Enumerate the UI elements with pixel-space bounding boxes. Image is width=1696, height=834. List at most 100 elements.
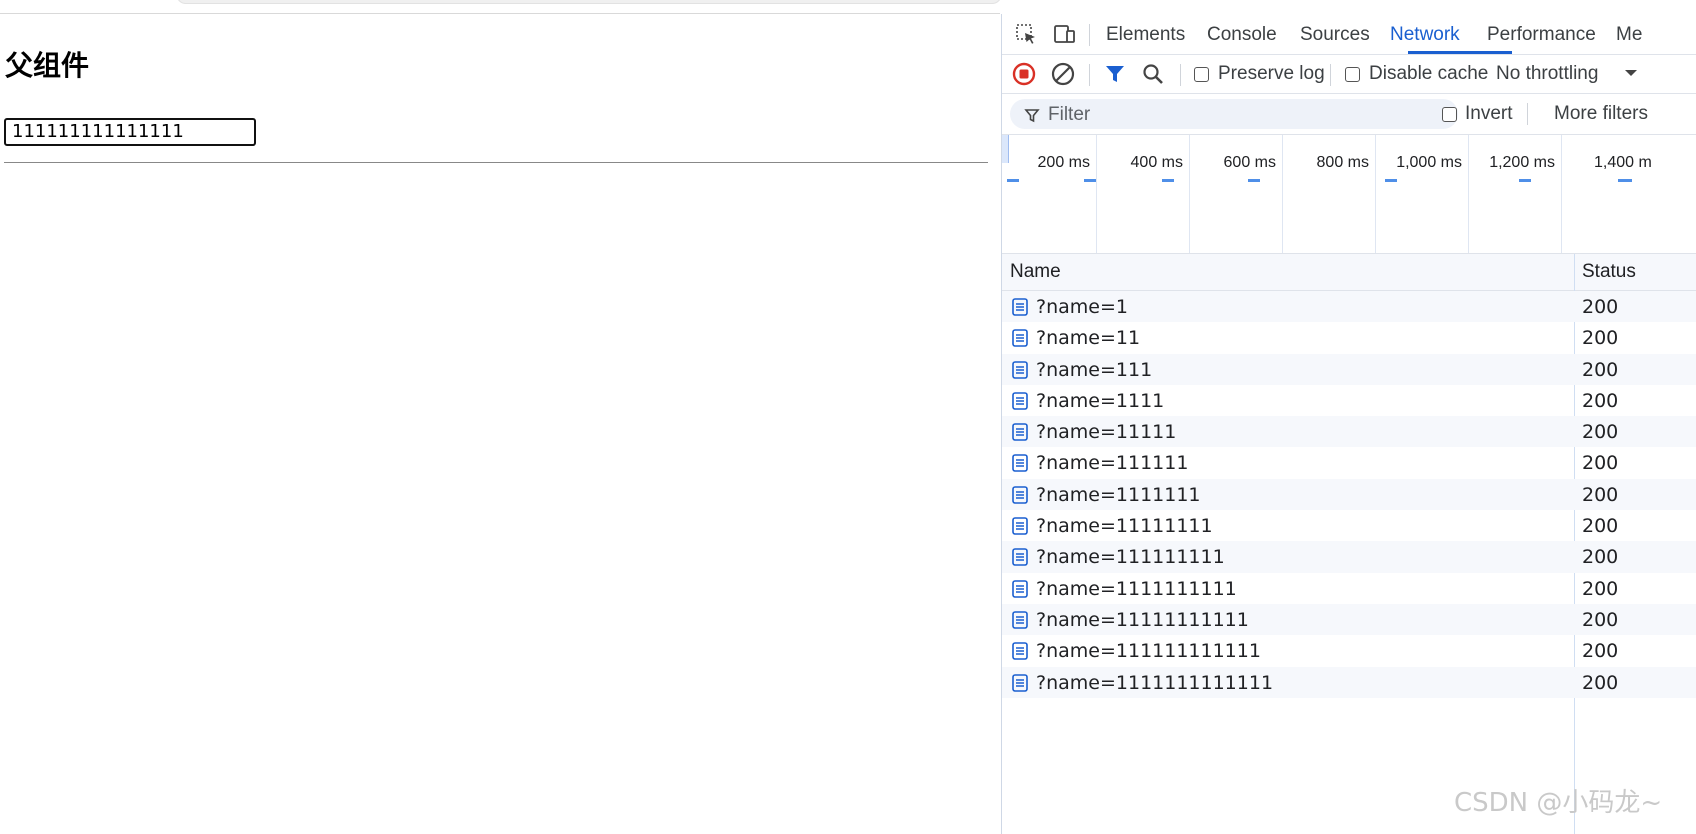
filter-icon[interactable]	[1102, 61, 1128, 87]
filter-funnel-icon	[1024, 109, 1040, 123]
more-filters-button[interactable]: More filters	[1554, 103, 1648, 125]
request-name: ?name=11	[1036, 327, 1141, 350]
request-row[interactable]: ?name=11 200	[1002, 322, 1696, 353]
request-name: ?name=111111111111	[1036, 640, 1261, 663]
tab-console[interactable]: Console	[1207, 24, 1277, 46]
request-status: 200	[1582, 452, 1619, 475]
document-icon	[1012, 579, 1028, 598]
request-row[interactable]: ?name=11111111111 200	[1002, 603, 1696, 636]
request-row[interactable]: ?name=1111 200	[1002, 385, 1696, 416]
request-row[interactable]: ?name=11111 200	[1002, 416, 1696, 448]
devtools-panel: Elements Console Sources Network Perform…	[1001, 14, 1696, 834]
stop-recording-icon[interactable]	[1011, 61, 1037, 87]
request-bar	[1084, 179, 1096, 182]
request-row[interactable]: ?name=1 200	[1002, 291, 1696, 323]
request-name: ?name=1111111111111	[1036, 671, 1274, 694]
divider	[4, 162, 988, 163]
document-icon	[1012, 673, 1028, 692]
document-icon	[1012, 611, 1028, 629]
request-row[interactable]: ?name=111111111111 200	[1002, 635, 1696, 666]
request-list: ?name=1 200 ?name=11 200 ?name=111 200 ?name=1…	[1002, 291, 1696, 698]
clear-icon[interactable]	[1050, 61, 1076, 87]
timeline-gridline	[1561, 135, 1562, 253]
request-row[interactable]: ?name=111111111 200	[1002, 541, 1696, 573]
tab-elements[interactable]: Elements	[1106, 24, 1185, 46]
request-name: ?name=1111111	[1036, 483, 1201, 506]
request-status: 200	[1582, 389, 1619, 412]
toolbar-divider	[1089, 64, 1090, 86]
disable-cache-label: Disable cache	[1369, 63, 1489, 84]
search-icon[interactable]	[1140, 61, 1166, 87]
request-bar	[1618, 179, 1632, 182]
request-row[interactable]: ?name=1111111111111 200	[1002, 666, 1696, 698]
request-row[interactable]: ?name=111111 200	[1002, 447, 1696, 478]
request-row[interactable]: ?name=1111111 200	[1002, 478, 1696, 511]
request-name: ?name=1111111111	[1036, 577, 1237, 600]
request-bar	[1519, 179, 1531, 182]
request-status: 200	[1582, 608, 1619, 631]
timeline-gridline	[1375, 135, 1376, 253]
toolbar-divider	[1180, 64, 1181, 86]
document-icon	[1012, 548, 1028, 567]
request-status: 200	[1582, 515, 1619, 538]
inspect-element-icon[interactable]	[1014, 22, 1038, 46]
tab-network[interactable]: Network	[1390, 24, 1460, 46]
network-overview-timeline[interactable]: 200 ms 400 ms 600 ms 800 ms 1,000 ms 1,2…	[1002, 135, 1696, 254]
document-icon	[1012, 329, 1028, 348]
tab-performance[interactable]: Performance	[1487, 24, 1596, 46]
devtools-tabbar: Elements Console Sources Network Perform…	[1002, 14, 1696, 55]
timeline-tick: 600 ms	[1223, 154, 1276, 171]
device-toolbar-icon[interactable]	[1052, 22, 1076, 46]
timeline-tick: 1,200 ms	[1489, 154, 1555, 171]
document-icon	[1012, 423, 1028, 441]
request-status: 200	[1582, 671, 1619, 694]
invert-checkbox[interactable]	[1442, 107, 1457, 122]
page-heading: 父组件	[5, 49, 90, 82]
column-name-header[interactable]: Name	[1010, 261, 1061, 283]
request-name: ?name=111111111	[1036, 546, 1225, 569]
document-icon	[1012, 454, 1028, 473]
request-row[interactable]: ?name=111 200	[1002, 353, 1696, 385]
document-icon	[1012, 517, 1028, 535]
request-bar	[1162, 179, 1174, 182]
name-input[interactable]: 111111111111111	[4, 118, 256, 146]
request-row[interactable]: ?name=1111111111 200	[1002, 573, 1696, 604]
document-icon	[1012, 298, 1028, 316]
request-name: ?name=1111	[1036, 389, 1165, 412]
disable-cache-checkbox[interactable]	[1345, 67, 1360, 82]
filter-divider	[1527, 103, 1528, 125]
preserve-log-checkbox[interactable]	[1194, 67, 1209, 82]
invert-label: Invert	[1465, 103, 1513, 124]
tab-sources[interactable]: Sources	[1300, 24, 1370, 46]
column-status-header[interactable]: Status	[1582, 261, 1636, 283]
tab-memory[interactable]: Me	[1616, 24, 1642, 46]
request-name: ?name=11111111111	[1036, 608, 1249, 631]
request-status: 200	[1582, 358, 1619, 381]
active-tab-indicator	[1408, 51, 1512, 54]
request-name: ?name=11111	[1036, 421, 1177, 444]
timeline-tick: 200 ms	[1037, 154, 1090, 171]
timeline-tick: 1,400 m	[1594, 154, 1652, 171]
chevron-down-icon[interactable]	[1623, 65, 1639, 81]
request-status: 200	[1582, 483, 1619, 506]
request-status: 200	[1582, 421, 1619, 444]
request-bar	[1385, 179, 1397, 182]
document-icon	[1012, 392, 1028, 410]
request-row[interactable]: ?name=11111111 200	[1002, 510, 1696, 541]
browser-top-edge	[0, 0, 1002, 14]
request-name: ?name=11111111	[1036, 515, 1213, 538]
request-status: 200	[1582, 640, 1619, 663]
filter-placeholder: Filter	[1048, 104, 1091, 125]
document-icon	[1012, 642, 1028, 661]
filter-bar: Filter Invert More filters	[1002, 94, 1696, 135]
timeline-gridline	[1282, 135, 1283, 253]
throttling-select[interactable]: No throttling	[1496, 63, 1598, 85]
document-icon	[1012, 360, 1028, 379]
preserve-log-label: Preserve log	[1218, 63, 1325, 84]
timeline-handle[interactable]	[1002, 135, 1009, 163]
csdn-watermark: CSDN @小码龙~	[1454, 788, 1663, 818]
timeline-tick: 400 ms	[1130, 154, 1183, 171]
filter-input[interactable]: Filter	[1010, 99, 1458, 129]
page-content: 父组件 111111111111111	[0, 14, 1000, 834]
document-icon	[1012, 485, 1028, 504]
